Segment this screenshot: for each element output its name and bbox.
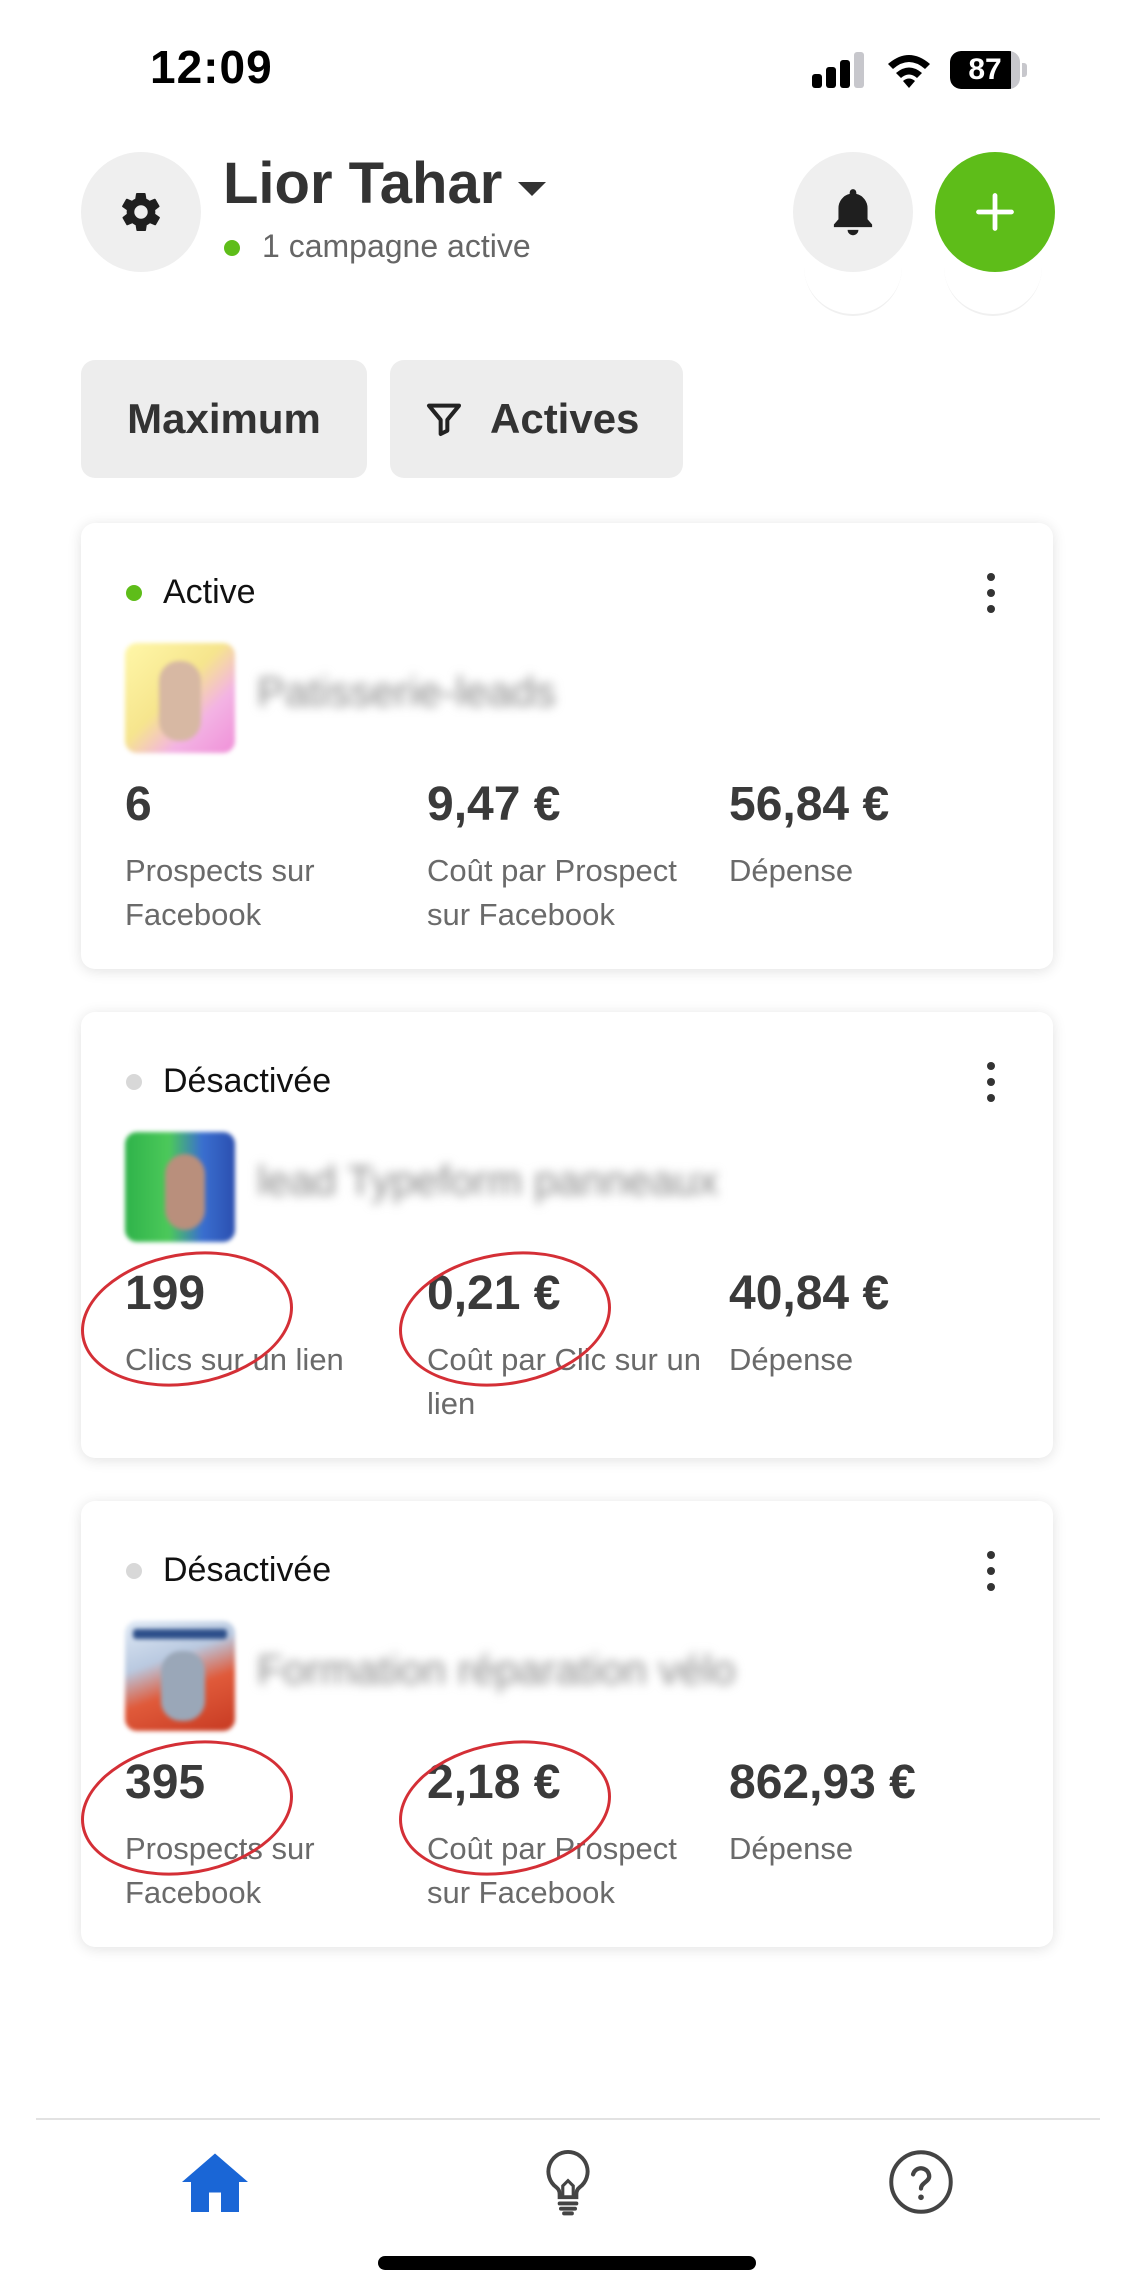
campaign-thumbnail <box>125 643 235 753</box>
gear-icon <box>122 193 160 231</box>
account-name[interactable]: Lior Tahar <box>223 150 502 217</box>
metric-value: 6 <box>125 778 152 831</box>
status-dot <box>126 1563 142 1579</box>
metric-spend: 40,84 € Dépense <box>729 1270 1019 1382</box>
more-options-icon[interactable] <box>981 573 1001 613</box>
plus-icon <box>976 193 1014 231</box>
metric-label: Dépense <box>729 1831 854 1866</box>
status-time: 12:09 <box>150 41 273 93</box>
cellular-signal-icon <box>812 52 866 88</box>
add-campaign-button[interactable] <box>935 152 1055 272</box>
campaign-thumbnail <box>125 1621 235 1731</box>
battery-icon: 87 <box>950 51 1028 89</box>
tab-help[interactable] <box>881 2142 961 2222</box>
lightbulb-icon <box>546 2149 590 2216</box>
campaign-status: Désactivée <box>163 1062 332 1100</box>
wifi-icon <box>888 55 930 88</box>
battery-percent: 87 <box>968 53 1002 86</box>
campaign-name: lead Typeform panneaux <box>257 1157 719 1204</box>
campaign-thumbnail <box>125 1132 235 1242</box>
campaign-card[interactable]: Désactivée Formation réparation vélo 395… <box>81 1501 1053 1947</box>
home-indicator <box>378 2256 756 2270</box>
metric-value: 9,47 € <box>427 778 561 831</box>
campaign-card[interactable]: Active Patisserie-leads 6 Prospects sur … <box>81 523 1053 969</box>
metric-label: Dépense <box>729 853 854 888</box>
more-options-icon[interactable] <box>981 1551 1001 1591</box>
status-bar: 12:09 87 <box>0 0 1136 130</box>
tab-bar-divider <box>36 2118 1100 2120</box>
help-icon <box>889 2150 953 2214</box>
metric-spend: 56,84 € Dépense <box>729 781 1019 893</box>
tab-home[interactable] <box>175 2142 255 2222</box>
campaign-card[interactable]: Désactivée lead Typeform panneaux 199 Cl… <box>81 1012 1053 1458</box>
metric-label: Coût par Prospect sur Facebook <box>427 853 677 932</box>
home-icon <box>182 2153 248 2212</box>
metric-cost: 9,47 € Coût par Prospect sur Facebook <box>427 781 717 937</box>
date-range-button[interactable]: Maximum <box>81 360 367 478</box>
campaign-status: Désactivée <box>163 1551 332 1589</box>
status-dot <box>126 1074 142 1090</box>
date-range-label: Maximum <box>127 395 321 442</box>
status-filter-button[interactable]: Actives <box>390 360 683 478</box>
chevron-down-icon[interactable] <box>518 182 546 196</box>
active-campaign-count: 1 campagne active <box>262 228 531 264</box>
status-filter-label: Actives <box>490 395 640 442</box>
notifications-button[interactable] <box>793 152 913 272</box>
metric-value: 56,84 € <box>729 778 890 831</box>
metric-label: Dépense <box>729 1342 854 1377</box>
campaign-name: Patisserie-leads <box>257 668 556 715</box>
bell-icon <box>833 189 873 236</box>
metric-value: 40,84 € <box>729 1267 890 1320</box>
filter-icon <box>427 403 461 436</box>
active-status-dot <box>224 240 240 256</box>
more-options-icon[interactable] <box>981 1062 1001 1102</box>
metric-spend: 862,93 € Dépense <box>729 1759 1019 1871</box>
metric-label: Prospects sur Facebook <box>125 853 315 932</box>
metric-primary: 6 Prospects sur Facebook <box>125 781 415 937</box>
tab-ideas[interactable] <box>528 2142 608 2222</box>
campaign-name: Formation réparation vélo <box>257 1646 736 1693</box>
campaign-status: Active <box>163 573 256 611</box>
status-dot <box>126 585 142 601</box>
settings-button[interactable] <box>81 152 201 272</box>
metric-value: 862,93 € <box>729 1756 916 1809</box>
